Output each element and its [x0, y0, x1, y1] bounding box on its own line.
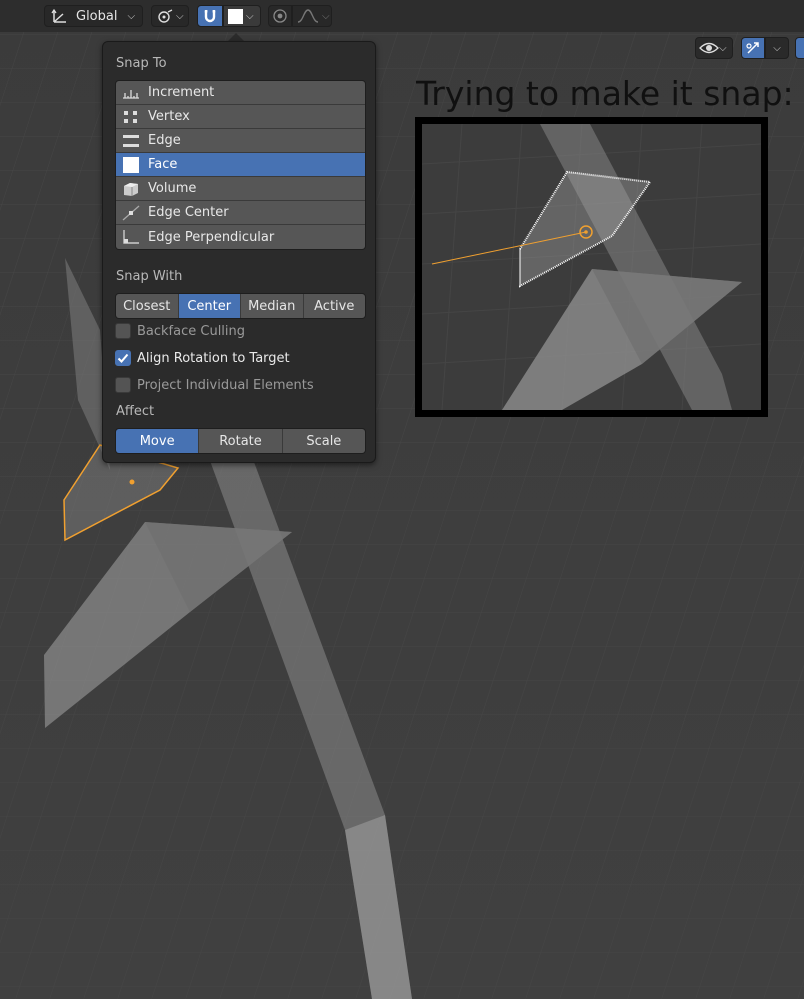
visibility-dropdown[interactable]: ⌵ [695, 37, 733, 59]
snap-to-label-text: Increment [148, 85, 215, 100]
snap-to-increment[interactable]: Increment [116, 81, 365, 105]
snap-element-dropdown[interactable]: ⌵ [223, 5, 261, 27]
affect-scale[interactable]: Scale [282, 429, 365, 453]
backface-culling-option[interactable]: Backface Culling [115, 323, 245, 339]
affect-segmented: Move Rotate Scale [115, 428, 366, 454]
falloff-curve-icon [297, 9, 319, 23]
project-individual-checkbox[interactable] [115, 377, 131, 393]
align-rotation-label: Align Rotation to Target [137, 350, 290, 366]
pivot-point-dropdown[interactable]: ⌵ [151, 5, 189, 27]
magnet-icon [204, 10, 216, 23]
snap-to-label-text: Edge [148, 133, 181, 148]
annotation-inset-image [415, 117, 768, 417]
snap-to-label-text: Edge Center [148, 205, 229, 220]
affect-rotate[interactable]: Rotate [199, 429, 283, 453]
volume-icon [124, 182, 138, 196]
transform-orientation-icon [51, 8, 66, 23]
snap-to-face[interactable]: Face [116, 153, 365, 177]
transform-orientation-label: Global [76, 8, 118, 24]
proportional-edit-icon [273, 9, 287, 23]
project-individual-option[interactable]: Project Individual Elements [115, 377, 314, 393]
snap-to-vertex[interactable]: Vertex [116, 105, 365, 129]
affect-label: Affect [116, 404, 155, 419]
face-icon [123, 156, 139, 173]
backface-culling-label: Backface Culling [137, 323, 246, 339]
backface-culling-checkbox[interactable] [115, 323, 131, 339]
snap-to-label-text: Face [148, 157, 178, 172]
vertex-icon [124, 110, 137, 123]
affect-move[interactable]: Move [116, 429, 200, 453]
snap-to-list: Increment Vertex Edge Face Volume Edge C… [115, 80, 366, 250]
gizmo-dropdown[interactable]: ⌵ [765, 37, 789, 59]
increment-icon [123, 89, 139, 99]
chevron-down-icon: ⌵ [127, 10, 136, 22]
overlay-toggle-button[interactable] [795, 37, 804, 59]
snap-to-volume[interactable]: Volume [116, 177, 365, 201]
snap-to-edge-perpendicular[interactable]: Edge Perpendicular [116, 225, 365, 249]
snap-toggle-button[interactable] [197, 5, 223, 27]
snap-with-segmented: Closest Center Median Active [115, 293, 366, 319]
snap-to-label: Snap To [116, 56, 167, 71]
gizmo-toggle-button[interactable] [741, 37, 765, 59]
snap-to-edge[interactable]: Edge [116, 129, 365, 153]
snap-with-median[interactable]: Median [241, 294, 304, 318]
selected-object-origin [129, 479, 135, 485]
snap-with-active[interactable]: Active [303, 294, 365, 318]
chevron-down-icon: ⌵ [773, 42, 781, 54]
checkmark-icon [117, 353, 129, 363]
chevron-down-icon: ⌵ [322, 10, 330, 22]
snap-with-closest[interactable]: Closest [116, 294, 179, 318]
falloff-dropdown[interactable]: ⌵ [292, 5, 332, 27]
align-rotation-option[interactable]: Align Rotation to Target [115, 350, 290, 366]
snap-settings-popover: Snap To Increment Vertex Edge Face Volum… [102, 41, 376, 463]
transform-orientation-dropdown[interactable]: Global ⌵ [44, 5, 143, 27]
project-individual-label: Project Individual Elements [137, 377, 314, 393]
viewport-header: Global ⌵ ⌵ ⌵ ⌵ [0, 0, 804, 32]
edge-center-icon [122, 205, 140, 220]
snap-to-label-text: Vertex [148, 109, 190, 124]
snap-to-label-text: Volume [148, 181, 197, 196]
chevron-down-icon: ⌵ [176, 10, 184, 22]
eye-icon [699, 42, 719, 54]
chevron-down-icon: ⌵ [719, 42, 727, 54]
snap-to-label-text: Edge Perpendicular [148, 229, 275, 245]
gizmo-icon [746, 42, 759, 54]
popover-notch [228, 33, 244, 41]
align-rotation-checkbox[interactable] [115, 350, 131, 366]
snap-with-label: Snap With [116, 269, 183, 284]
chevron-down-icon: ⌵ [246, 10, 254, 22]
snap-face-icon [228, 8, 243, 24]
snap-with-center[interactable]: Center [178, 294, 241, 318]
proportional-edit-button[interactable] [268, 5, 292, 27]
pivot-point-icon [158, 9, 173, 23]
snap-to-edge-center[interactable]: Edge Center [116, 201, 365, 225]
edge-perpendicular-icon [123, 230, 139, 244]
edge-icon [123, 134, 139, 147]
annotation-title: Trying to make it snap: [416, 74, 794, 113]
